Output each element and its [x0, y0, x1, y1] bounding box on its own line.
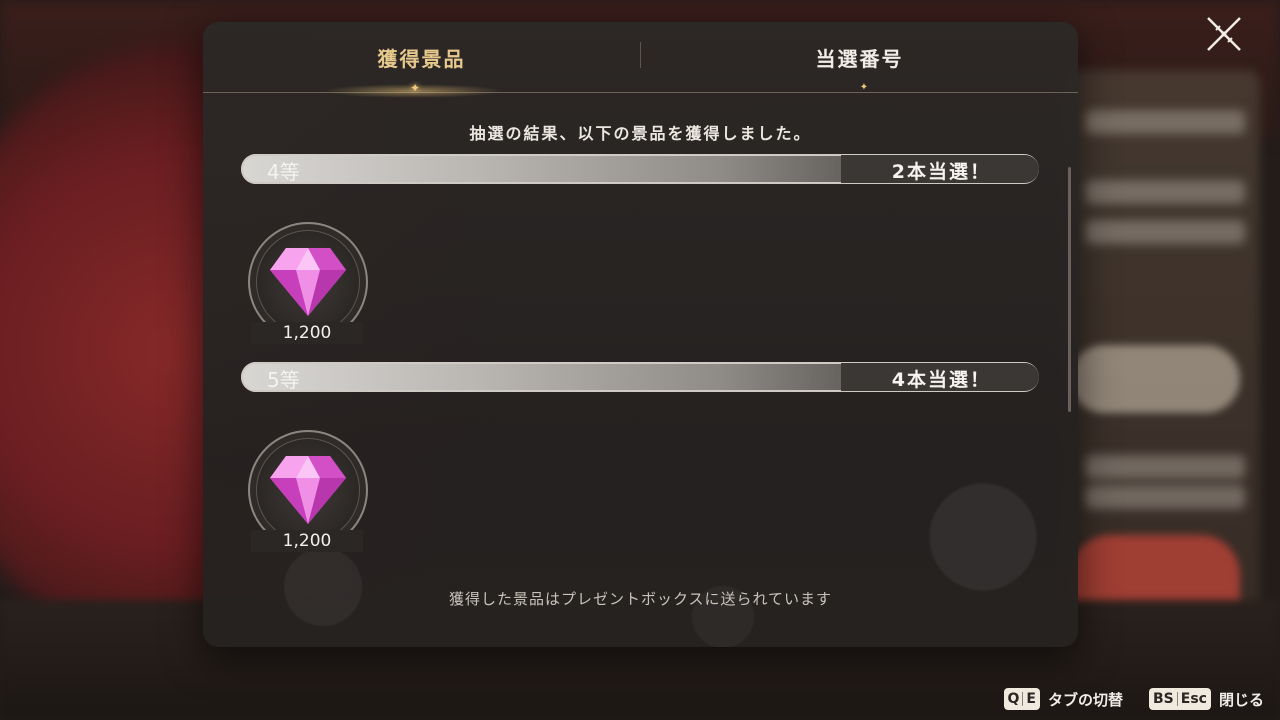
key-separator [1176, 692, 1178, 706]
active-tab-star-icon: ✦ [409, 81, 421, 95]
tier-header: 4等 2本当選！ [241, 154, 1039, 184]
tab-prizes[interactable]: 獲得景品 [203, 22, 640, 92]
key-label: E [1026, 691, 1036, 707]
prize-quantity: 1,200 [251, 530, 363, 552]
key-label: BS [1153, 691, 1174, 707]
background-blur-bar [1085, 455, 1245, 479]
key-separator [1022, 692, 1024, 706]
tier-win-count: 4本当選！ [891, 369, 991, 391]
key-label: Esc [1180, 691, 1207, 707]
result-headline: 抽選の結果、以下の景品を獲得しました。 [469, 124, 812, 143]
delivery-note: 獲得した景品はプレゼントボックスに送られています [448, 590, 833, 608]
scrollbar[interactable] [1068, 167, 1071, 412]
tier-win-count: 2本当選！ [891, 161, 991, 183]
key-q-e: Q E [1003, 688, 1040, 710]
background-blur-bar [1085, 485, 1245, 509]
tier-name: 4等 [267, 160, 300, 184]
lottery-result-modal: 獲得景品 当選番号 ✦ ✦ 抽選の結果、以下の景品を獲得しました。 4等 2本当… [203, 22, 1078, 647]
background-blur-button [1070, 345, 1240, 413]
prize-quantity: 1,200 [251, 322, 363, 344]
background-blur-bar [1085, 110, 1245, 134]
tab-star-icon: ✦ [859, 82, 869, 93]
tab-bar: 獲得景品 当選番号 ✦ ✦ [203, 22, 1078, 98]
hint-close[interactable]: 閉じる [1219, 689, 1264, 710]
key-hints: Q E タブの切替 BS Esc 閉じる [1003, 685, 1264, 713]
hint-switch-tab[interactable]: タブの切替 [1048, 689, 1123, 710]
key-label: Q [1007, 691, 1020, 707]
key-bs-esc: BS Esc [1149, 688, 1211, 710]
tier-name: 5等 [267, 368, 300, 392]
close-button[interactable] [1202, 12, 1246, 56]
background-blur-bar [1085, 220, 1245, 244]
background-blur-bar [1085, 180, 1245, 204]
gem-icon [270, 456, 346, 524]
tier-header: 5等 4本当選！ [241, 362, 1039, 392]
gem-icon [270, 248, 346, 316]
close-icon [1207, 17, 1241, 51]
